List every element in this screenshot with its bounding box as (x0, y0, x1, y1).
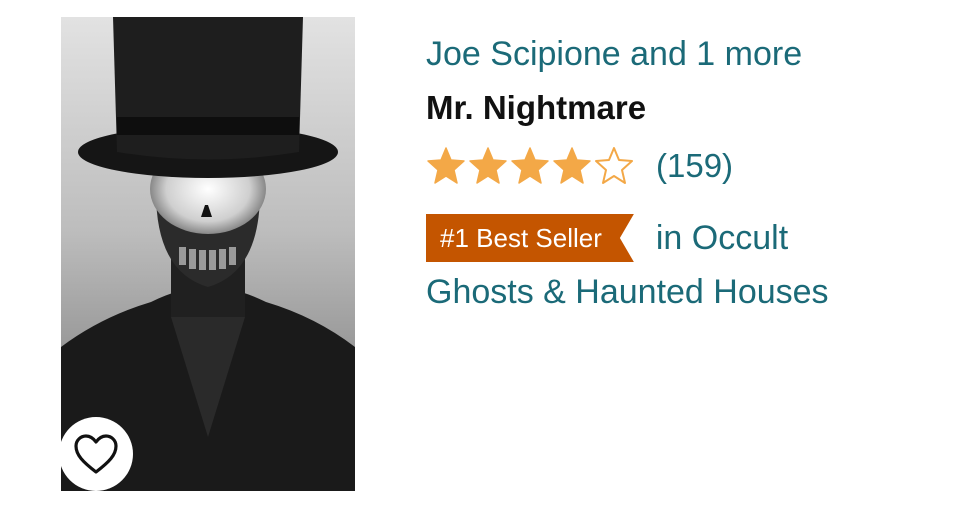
star-filled-icon (469, 147, 507, 184)
best-seller-badge[interactable]: #1 Best Seller (426, 214, 634, 262)
category-link-prefix[interactable]: in Occult (656, 219, 788, 258)
star-filled-icon (511, 147, 549, 184)
wishlist-area (61, 413, 161, 491)
star-filled-icon (427, 147, 465, 184)
star-outline-icon (595, 147, 633, 184)
heart-outline-icon (74, 434, 118, 474)
star-filled-icon (553, 147, 591, 184)
product-info: Joe Scipione and 1 more Mr. Nightmare (1… (426, 32, 946, 314)
star-rating[interactable] (426, 146, 636, 186)
rating-count-link[interactable]: (159) (656, 147, 733, 185)
book-title: Mr. Nightmare (426, 89, 647, 126)
bestseller-row: #1 Best Seller in Occult (426, 212, 946, 264)
category-link[interactable]: Ghosts & Haunted Houses (426, 270, 946, 314)
author-link[interactable]: Joe Scipione and 1 more (426, 32, 946, 76)
wishlist-button[interactable] (61, 417, 133, 491)
rating-row: (159) (426, 144, 946, 188)
